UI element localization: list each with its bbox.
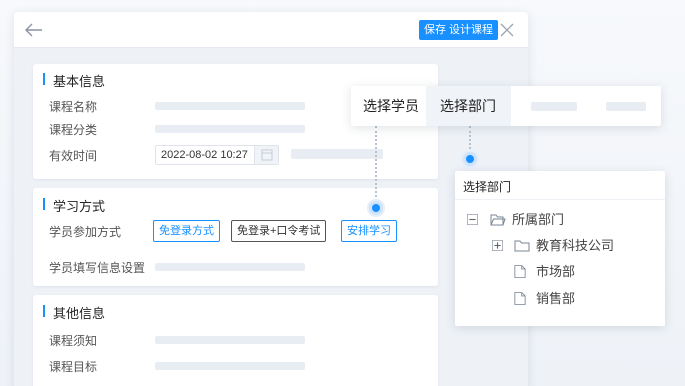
valid-time-label: 有效时间 xyxy=(49,149,98,163)
connector-dot-arrange-study xyxy=(369,201,383,215)
folder-icon xyxy=(514,240,530,252)
course-notice-label: 课程须知 xyxy=(49,334,98,348)
calendar-icon[interactable] xyxy=(254,146,278,164)
department-picker-title: 选择部门 xyxy=(463,180,512,194)
other-info-title: 其他信息 xyxy=(43,303,105,322)
tree-item-root[interactable]: 所属部门 xyxy=(512,211,564,229)
connector-line-department xyxy=(469,126,471,153)
file-icon xyxy=(514,292,526,305)
valid-time-end-input[interactable] xyxy=(291,149,383,159)
folder-open-icon xyxy=(490,214,506,226)
option-no-login-password-exam[interactable]: 免登录+口令考试 xyxy=(231,220,327,242)
participation-label: 学员参加方式 xyxy=(49,225,122,239)
top-bar: 保存 设计课程 xyxy=(14,12,528,48)
connector-dot-department xyxy=(463,152,477,166)
tab-placeholder-1 xyxy=(531,102,577,111)
collapse-icon[interactable] xyxy=(467,214,478,225)
other-info-card: 其他信息 课程须知 课程目标 xyxy=(33,295,438,386)
back-arrow-icon[interactable] xyxy=(24,21,44,39)
tree-item-sales[interactable]: 销售部 xyxy=(536,290,575,308)
close-icon[interactable] xyxy=(499,22,515,38)
fill-info-settings-field[interactable] xyxy=(155,263,305,271)
option-arrange-study[interactable]: 安排学习 xyxy=(341,220,397,242)
course-editor-panel: 保存 设计课程 基本信息 课程名称 课程分类 有效时间 2022-08-02 1… xyxy=(14,12,528,386)
course-category-label: 课程分类 xyxy=(49,123,98,137)
assign-tabs-card: 选择学员 选择部门 xyxy=(351,86,661,126)
divider xyxy=(455,199,665,200)
department-picker-panel: 选择部门 所属部门 教育科技公司 市场部 销售部 xyxy=(455,171,665,326)
connector-line-students xyxy=(375,126,377,201)
course-name-input[interactable] xyxy=(155,102,305,110)
course-notice-input[interactable] xyxy=(155,336,305,344)
expand-icon[interactable] xyxy=(492,240,503,251)
save-design-course-button[interactable]: 保存 设计课程 xyxy=(419,20,499,40)
tab-placeholder-2 xyxy=(606,102,646,111)
tab-select-department[interactable]: 选择部门 xyxy=(440,86,496,126)
tree-item-edu-tech[interactable]: 教育科技公司 xyxy=(536,237,614,255)
valid-time-value: 2022-08-02 10:27 xyxy=(161,149,248,161)
study-mode-title: 学习方式 xyxy=(43,196,105,215)
file-icon xyxy=(514,265,526,278)
course-goal-input[interactable] xyxy=(155,362,305,370)
course-goal-label: 课程目标 xyxy=(49,360,98,374)
fill-info-settings-label: 学员填写信息设置 xyxy=(49,261,146,275)
course-name-label: 课程名称 xyxy=(49,100,98,114)
course-category-select[interactable] xyxy=(155,125,305,133)
valid-time-input[interactable]: 2022-08-02 10:27 xyxy=(155,145,279,165)
basic-info-title: 基本信息 xyxy=(43,71,105,90)
option-no-login[interactable]: 免登录方式 xyxy=(153,220,220,242)
tab-select-students[interactable]: 选择学员 xyxy=(363,86,419,126)
tree-item-marketing[interactable]: 市场部 xyxy=(536,263,575,281)
